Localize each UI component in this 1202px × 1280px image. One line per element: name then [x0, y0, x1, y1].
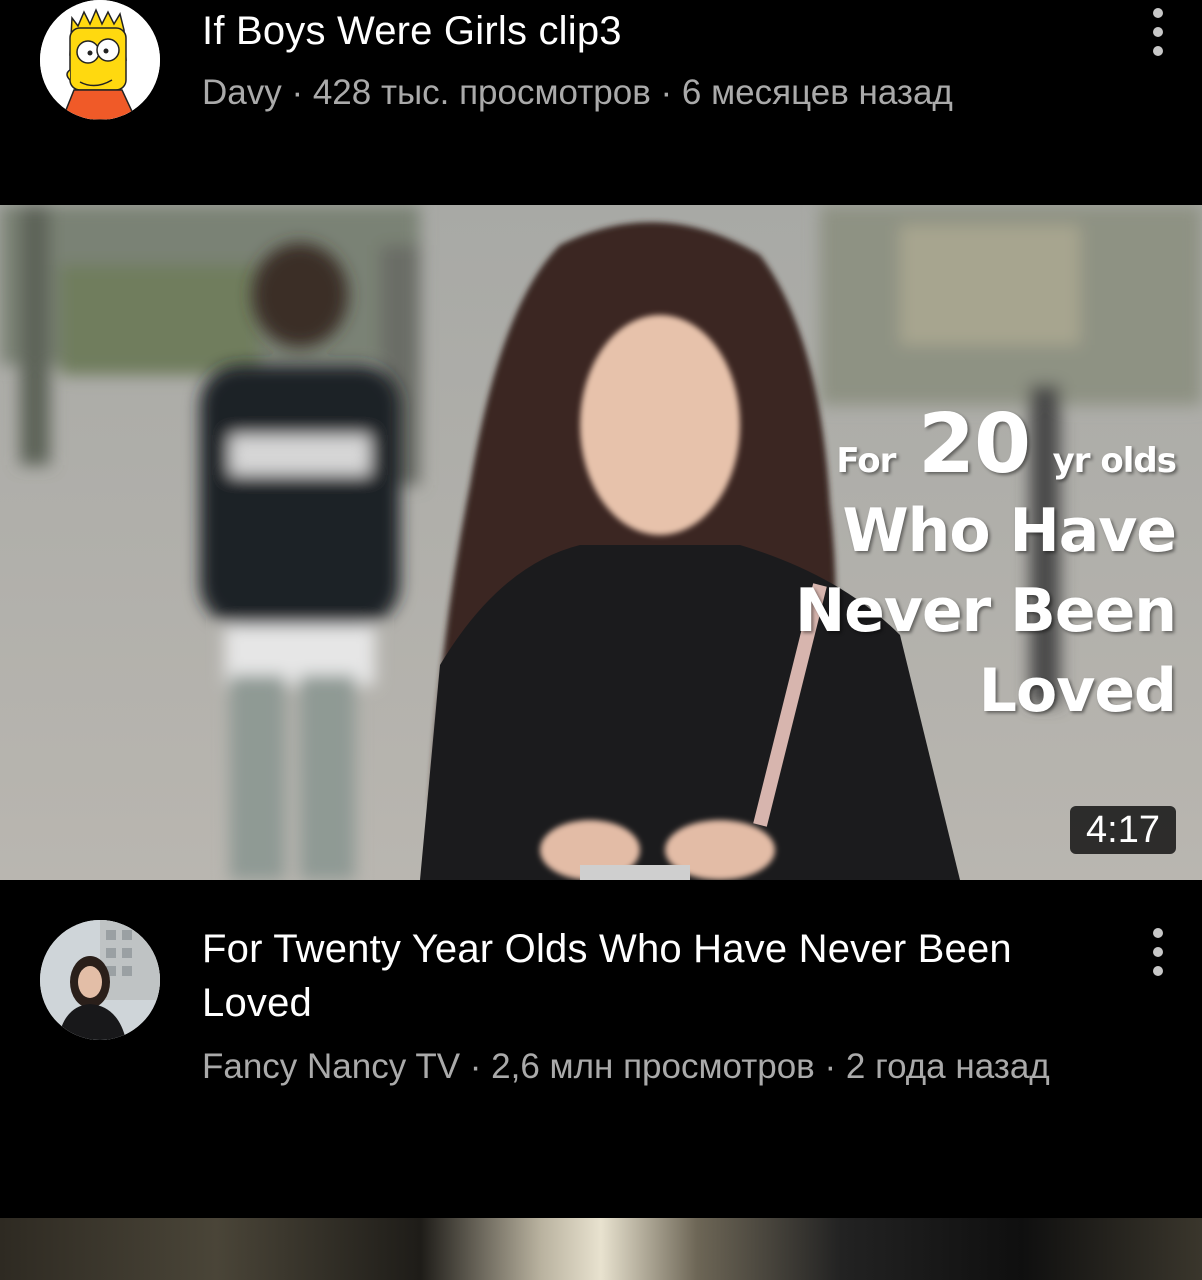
video-thumbnail[interactable]: For 20 yr olds Who Have Never Been Loved: [0, 205, 1202, 880]
overlay-line-4: Loved: [978, 656, 1177, 726]
thumbnail-overlay-title: For 20 yr olds Who Have Never Been Loved: [794, 404, 1177, 731]
overlay-yr-olds: yr olds: [1052, 441, 1177, 481]
overlay-number: 20: [917, 397, 1031, 492]
video-card-1[interactable]: If Boys Were Girls clip3 Davy · 428 тыс.…: [0, 0, 1202, 205]
video-subtitle: Davy · 428 тыс. просмотров · 6 месяцев н…: [202, 73, 953, 112]
video-title[interactable]: For Twenty Year Olds Who Have Never Been…: [202, 922, 1122, 1030]
more-vertical-icon[interactable]: [1140, 922, 1176, 982]
overlay-for: For: [836, 441, 896, 481]
video-subtitle: Fancy Nancy TV · 2,6 млн просмотров · 2 …: [202, 1047, 1050, 1086]
more-vertical-icon[interactable]: [1140, 2, 1176, 62]
video-title[interactable]: If Boys Were Girls clip3: [202, 4, 1122, 58]
channel-avatar-photo-icon: [40, 920, 160, 1040]
duration-badge: 4:17: [1070, 806, 1176, 854]
overlay-line-3: Never Been: [794, 576, 1177, 646]
channel-avatar[interactable]: [40, 920, 160, 1040]
video-card-2[interactable]: For Twenty Year Olds Who Have Never Been…: [0, 880, 1202, 1218]
next-video-thumbnail[interactable]: [0, 1218, 1202, 1280]
overlay-line-2: Who Have: [842, 496, 1177, 566]
channel-avatar[interactable]: [40, 0, 160, 120]
bart-simpson-icon: [40, 0, 160, 120]
